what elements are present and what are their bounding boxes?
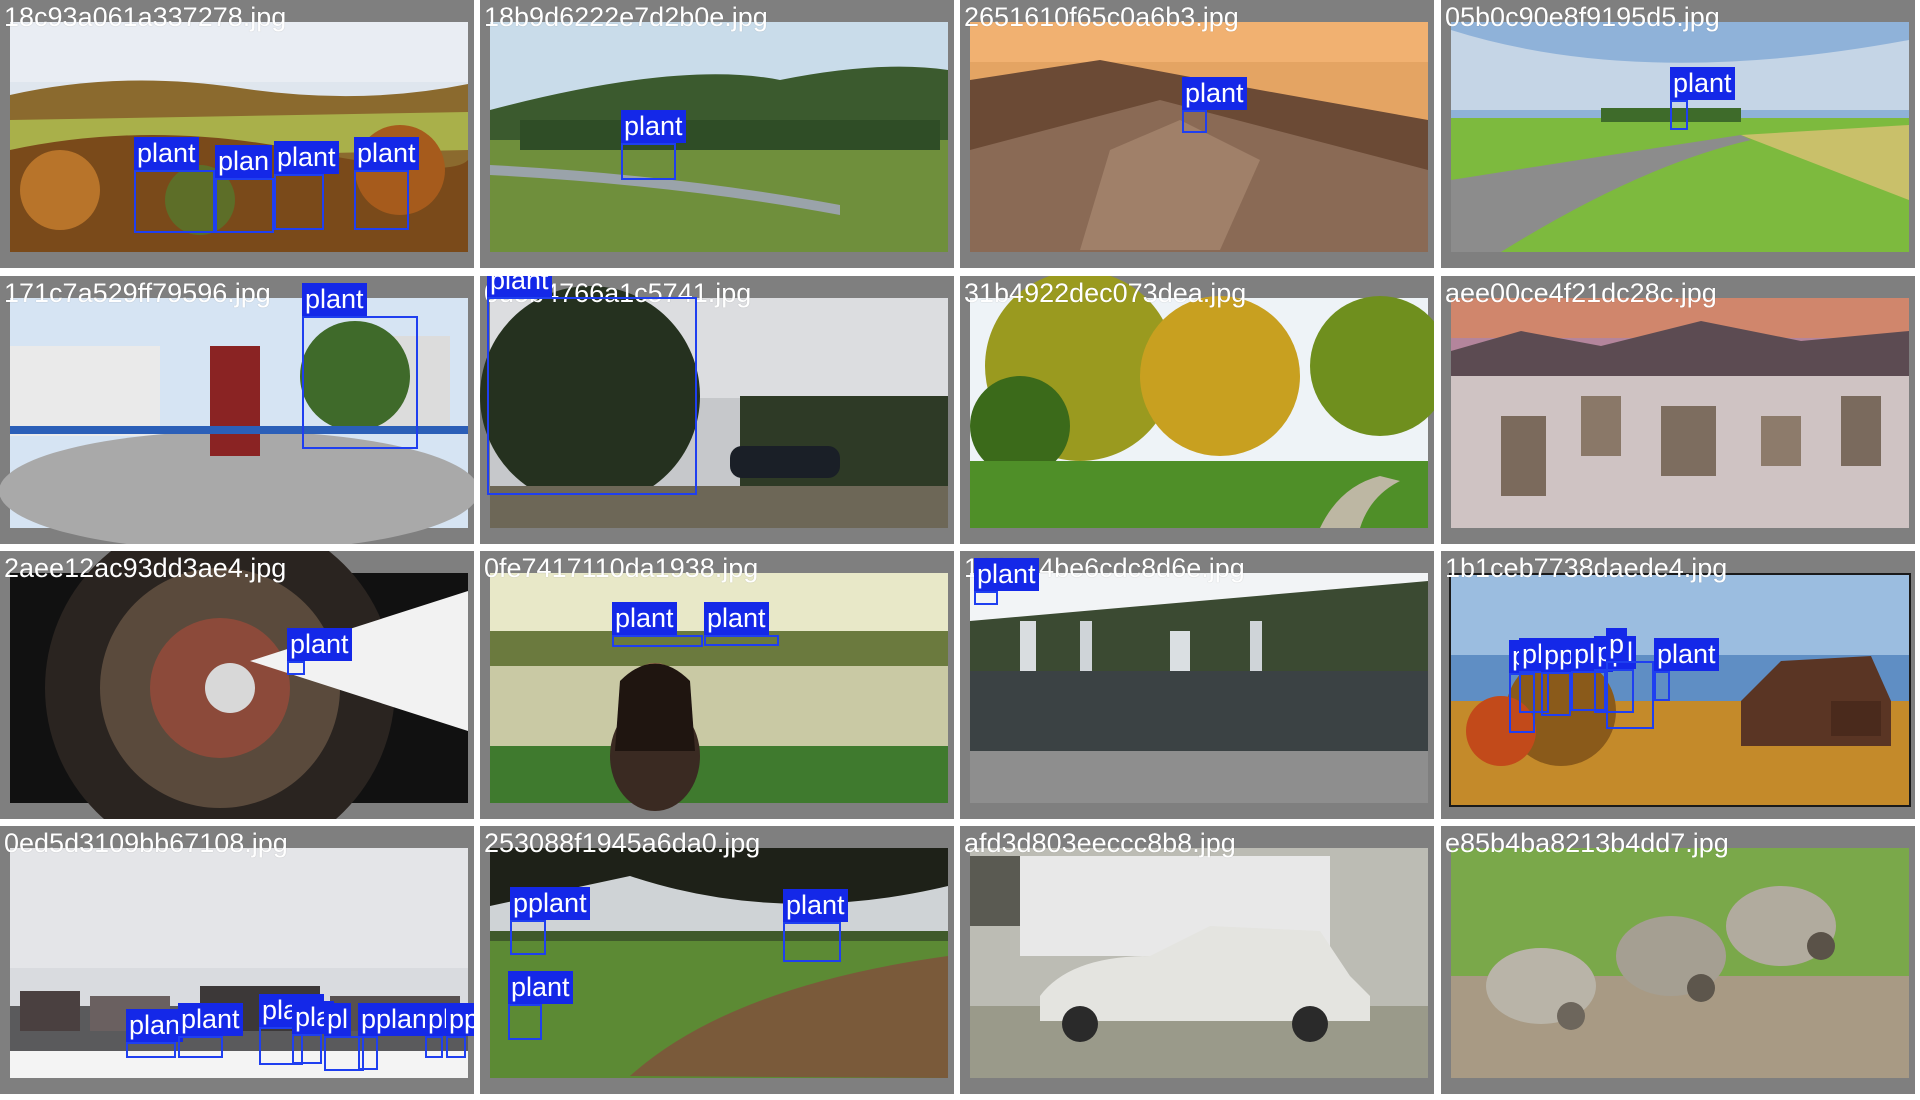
tile-photo <box>960 826 1434 1094</box>
result-tile: 0ed5d3109bb67108.jpg plan plant plant pla pl p… <box>0 826 474 1094</box>
result-tile: 05b0c90e8f9195d5.jpg plant <box>1441 0 1915 268</box>
tile-photo <box>1441 826 1915 1094</box>
tile-photo <box>480 551 954 819</box>
detection-results-grid: 18c93a061a337278.jpg plant plan plant plant … <box>0 0 1920 1100</box>
result-tile: 31b4922dec073dea.jpgplant <box>960 276 1434 544</box>
tile-photo <box>1441 276 1915 544</box>
result-tile: afd3d803eeccc8b8.jpg <box>960 826 1434 1094</box>
result-tile: 18c93a061a337278.jpg plant plan plant plant <box>0 0 474 268</box>
tile-photo <box>1441 551 1915 819</box>
tile-photo <box>960 0 1434 268</box>
result-tile: 2aee12ac93dd3ae4.jpg plant <box>0 551 474 819</box>
result-tile: 253088f1945a6da0.jpg pplant plant plant <box>480 826 954 1094</box>
result-tile: 1b1ceb7738daede4.jpg plant plant pplan pl ppl… <box>1441 551 1915 819</box>
tile-photo <box>0 276 474 544</box>
result-tile: e85b4ba8213b4dd7.jpg <box>1441 826 1915 1094</box>
tile-photo <box>960 276 1434 544</box>
result-tile: 18b9d6222e7d2b0e.jpg plant <box>480 0 954 268</box>
result-tile: 171c7a529ff79596.jpg plant <box>0 276 474 544</box>
tile-photo <box>0 551 474 819</box>
tile-photo <box>480 826 954 1094</box>
tile-photo <box>1441 0 1915 268</box>
result-tile: 0fe7417110da1938.jpg plant plant <box>480 551 954 819</box>
result-tile: aee00ce4f21dc28c.jpg <box>1441 276 1915 544</box>
result-tile: 130a34be6cdc8d6e.jpg plant <box>960 551 1434 819</box>
tile-photo <box>960 551 1434 819</box>
tile-photo <box>480 276 954 544</box>
tile-photo <box>0 826 474 1094</box>
tile-photo <box>0 0 474 268</box>
result-tile: 0d5b4766a1c5741.jpg plant <box>480 276 954 544</box>
result-tile: 2651610f65c0a6b3.jpg plant <box>960 0 1434 268</box>
tile-photo <box>480 0 954 268</box>
